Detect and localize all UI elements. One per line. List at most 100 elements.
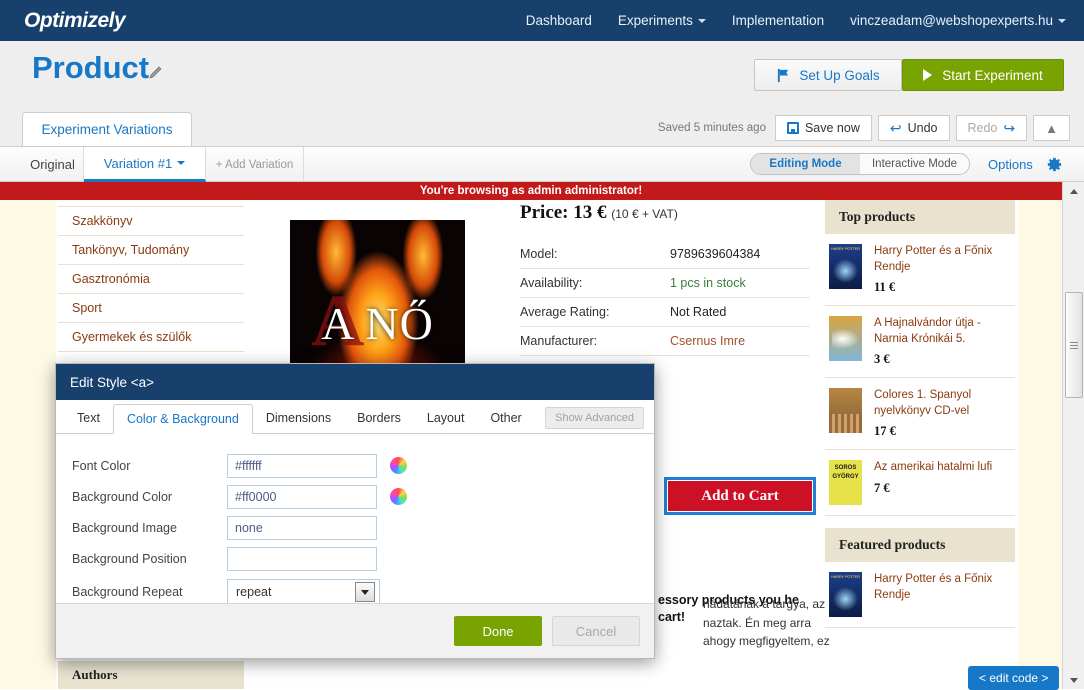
modal-title-bar: Edit Style <a> xyxy=(56,364,654,400)
variation-row: Original Variation #1 + Add Variation Ed… xyxy=(0,146,1084,182)
page-title: Product xyxy=(32,50,150,85)
nav-link-implementation[interactable]: Implementation xyxy=(732,13,824,28)
list-item[interactable]: A Hajnalvándor útja - Narnia Krónikái 5.… xyxy=(825,306,1015,379)
form-row-background-position: Background Position xyxy=(56,543,654,574)
set-up-goals-button[interactable]: Set Up Goals xyxy=(754,59,902,91)
tab-other[interactable]: Other xyxy=(477,403,534,433)
tab-borders[interactable]: Borders xyxy=(344,403,414,433)
floppy-disk-icon xyxy=(786,122,799,134)
product-thumbnail xyxy=(829,244,862,289)
background-repeat-select[interactable]: repeat xyxy=(227,578,380,606)
tab-color-background[interactable]: Color & Background xyxy=(112,404,253,434)
featured-products-heading: Featured products xyxy=(825,528,1015,563)
product-name[interactable]: Colores 1. Spanyol nyelvkönyv CD-vel xyxy=(874,388,1015,419)
category-item[interactable]: Szakkönyv xyxy=(58,206,244,236)
redo-button[interactable]: Redo ↪ xyxy=(955,115,1028,141)
undo-button[interactable]: ↩ Undo xyxy=(877,115,950,141)
table-row: Model: 9789639604384 xyxy=(520,240,810,269)
product-thumbnail xyxy=(829,316,862,362)
cancel-label: Cancel xyxy=(575,623,617,639)
product-description-fragment: nádatának a tárgya, az naztak. Én meg ar… xyxy=(703,597,830,649)
background-position-input[interactable] xyxy=(227,546,377,571)
nav-link-experiments[interactable]: Experiments xyxy=(618,13,706,28)
save-toolbar: Saved 5 minutes ago Save now ↩ Undo Redo… xyxy=(658,115,1070,141)
category-item[interactable]: Sport xyxy=(58,294,244,323)
product-name[interactable]: Az amerikai hatalmi lufi xyxy=(874,460,1015,476)
vertical-scrollbar[interactable] xyxy=(1062,182,1084,689)
start-experiment-button[interactable]: Start Experiment xyxy=(902,59,1064,91)
category-item[interactable]: Tankönyv, Tudomány xyxy=(58,236,244,265)
list-item[interactable]: Colores 1. Spanyol nyelvkönyv CD-vel 17 … xyxy=(825,378,1015,451)
tab-other-label: Other xyxy=(490,411,522,425)
scrollbar-thumb[interactable] xyxy=(1065,292,1083,398)
mode-interactive[interactable]: Interactive Mode xyxy=(860,154,969,174)
background-image-input[interactable] xyxy=(227,515,377,540)
options-button[interactable]: Options xyxy=(988,157,1033,172)
product-cover-image[interactable]: A A NŐ xyxy=(290,220,465,376)
product-name[interactable]: Harry Potter és a Főnix Rendje xyxy=(874,244,1015,275)
table-row: Manufacturer: Csernus Imre xyxy=(520,326,810,356)
cancel-button[interactable]: Cancel xyxy=(552,616,640,646)
add-variation-button[interactable]: + Add Variation xyxy=(206,147,304,182)
scroll-up-arrow-icon[interactable] xyxy=(1063,182,1084,200)
list-item[interactable]: Az amerikai hatalmi lufi 7 € xyxy=(825,450,1015,517)
tab-layout-label: Layout xyxy=(426,411,465,425)
chevron-down-icon xyxy=(177,161,186,165)
done-button[interactable]: Done xyxy=(454,616,542,646)
background-repeat-value: repeat xyxy=(236,585,272,599)
color-wheel-icon[interactable] xyxy=(390,457,407,474)
mode-toggle[interactable]: Editing Mode Interactive Mode xyxy=(750,153,970,175)
tab-dimensions[interactable]: Dimensions xyxy=(253,403,344,433)
tab-color-background-label: Color & Background xyxy=(126,412,239,426)
chevron-down-icon xyxy=(697,19,706,24)
product-name[interactable]: Harry Potter és a Főnix Rendje xyxy=(874,572,1015,603)
tab-layout[interactable]: Layout xyxy=(414,403,478,433)
price-label: Price: xyxy=(520,202,569,223)
gear-icon[interactable] xyxy=(1044,155,1063,174)
color-wheel-icon[interactable] xyxy=(390,488,407,505)
mode-editing[interactable]: Editing Mode xyxy=(751,154,860,174)
redo-label: Redo xyxy=(967,121,998,135)
variation-tab-original[interactable]: Original xyxy=(22,147,84,182)
set-up-goals-label: Set Up Goals xyxy=(799,67,880,83)
add-to-cart-label: Add to Cart xyxy=(701,487,779,504)
chevron-up-icon: ▲ xyxy=(1045,120,1058,136)
table-row: Availability: 1 pcs in stock xyxy=(520,268,810,298)
admin-browsing-banner: You're browsing as admin administrator! xyxy=(0,182,1062,200)
tab-text[interactable]: Text xyxy=(64,403,113,433)
edit-code-label: < edit code > xyxy=(979,671,1049,685)
list-item[interactable]: Harry Potter és a Főnix Rendje 11 € xyxy=(825,234,1015,307)
cover-title-text: A NŐ xyxy=(321,298,434,350)
right-sidebar: Top products Harry Potter és a Főnix Ren… xyxy=(825,200,1015,629)
variation-tab-variation-1[interactable]: Variation #1 xyxy=(84,147,206,182)
flag-icon xyxy=(778,68,789,82)
show-advanced-button[interactable]: Show Advanced xyxy=(545,407,644,429)
add-to-cart-button[interactable]: Add to Cart xyxy=(668,481,812,511)
tab-experiment-variations[interactable]: Experiment Variations xyxy=(22,112,192,146)
background-color-label: Background Color xyxy=(72,489,173,504)
category-item[interactable]: Gasztronómia xyxy=(58,265,244,294)
tab-strip-row: Experiment Variations Saved 5 minutes ag… xyxy=(0,112,1084,146)
product-name[interactable]: A Hajnalvándor útja - Narnia Krónikái 5. xyxy=(874,316,1015,347)
background-color-input[interactable] xyxy=(227,484,377,509)
undo-label: Undo xyxy=(907,121,938,135)
save-now-button[interactable]: Save now xyxy=(774,115,872,141)
top-nav-links: Dashboard Experiments Implementation vin… xyxy=(526,13,1066,28)
chevron-down-icon[interactable] xyxy=(355,582,375,602)
background-image-label: Background Image xyxy=(72,520,177,535)
pencil-icon[interactable] xyxy=(148,65,164,81)
spec-value: Not Rated xyxy=(670,297,810,327)
scroll-down-arrow-icon[interactable] xyxy=(1063,671,1084,689)
font-color-input[interactable] xyxy=(227,453,377,478)
list-item[interactable]: Harry Potter és a Főnix Rendje xyxy=(825,562,1015,629)
spec-value[interactable]: Csernus Imre xyxy=(670,326,810,356)
price-vat-note: (10 € + VAT) xyxy=(611,207,678,221)
nav-link-dashboard[interactable]: Dashboard xyxy=(526,13,592,28)
nav-link-account[interactable]: vinczeadam@webshopexperts.hu xyxy=(850,13,1066,28)
nav-link-dashboard-label: Dashboard xyxy=(525,13,592,28)
category-item[interactable]: Gyermekek és szülők xyxy=(58,323,244,352)
edit-style-modal: Edit Style <a> Text Color & Background D… xyxy=(55,363,655,659)
variation-tab-variation-1-label: Variation #1 xyxy=(103,155,173,171)
edit-code-button[interactable]: < edit code > xyxy=(968,666,1060,690)
collapse-panel-button[interactable]: ▲ xyxy=(1033,115,1070,141)
